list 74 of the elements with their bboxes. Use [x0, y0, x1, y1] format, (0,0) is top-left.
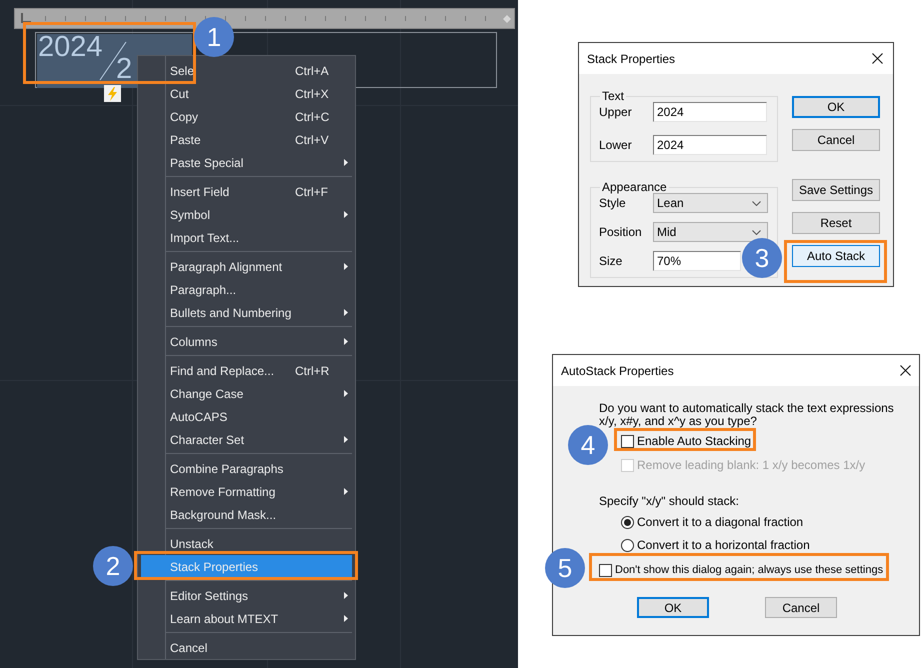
dialog-button[interactable]: OK: [792, 96, 880, 118]
dialog-title: AutoStack Properties: [561, 364, 674, 378]
menu-item[interactable]: AutoCAPS: [141, 405, 352, 428]
question-text: x/y, x#y, and x^y as you type?: [599, 415, 758, 428]
dropdown[interactable]: Lean: [653, 193, 768, 213]
text-field[interactable]: 2024: [653, 102, 767, 122]
dialog-button[interactable]: Cancel: [792, 129, 880, 151]
menu-item[interactable]: Learn about MTEXT: [141, 607, 352, 630]
field-label: Size: [599, 254, 624, 268]
close-icon[interactable]: [900, 365, 911, 376]
field-label: Upper: [599, 105, 633, 119]
menu-item[interactable]: Bullets and Numbering: [141, 301, 352, 324]
dialog-button[interactable]: OK: [637, 597, 709, 618]
menu-item[interactable]: Cancel: [141, 636, 352, 659]
dialog-button[interactable]: Auto Stack: [792, 245, 880, 267]
field-label: Lower: [599, 138, 633, 152]
submenu-arrow-icon: [344, 263, 348, 270]
submenu-arrow-icon: [344, 390, 348, 397]
radio-button[interactable]: [621, 516, 634, 528]
dropdown[interactable]: Mid: [653, 222, 768, 242]
dialog-button[interactable]: Save Settings: [792, 179, 880, 201]
radio-label[interactable]: Convert it to a horizontal fraction: [637, 538, 810, 552]
checkbox[interactable]: [599, 564, 612, 576]
dialog-button[interactable]: Reset: [792, 212, 880, 234]
close-icon[interactable]: [872, 53, 883, 64]
menu-item[interactable]: Symbol: [141, 203, 352, 226]
question-text: Do you want to automatically stack the text expressions: [599, 402, 895, 415]
field-label: Style: [599, 196, 627, 210]
menu-item[interactable]: Columns: [141, 330, 352, 353]
radio-label[interactable]: Convert it to a diagonal fraction: [637, 515, 804, 529]
group-label: Text: [601, 90, 626, 102]
menu-item[interactable]: Editor Settings: [141, 584, 352, 607]
chevron-down-icon: [752, 230, 761, 234]
submenu-arrow-icon: [344, 592, 348, 599]
checkbox-label[interactable]: Enable Auto Stacking: [637, 434, 752, 448]
checkbox-label[interactable]: Don't show this dialog again; always use these settings: [615, 564, 884, 576]
field-label: Position: [599, 225, 643, 239]
submenu-arrow-icon: [344, 338, 348, 345]
submenu-arrow-icon: [344, 488, 348, 495]
menu-item[interactable]: Unstack: [141, 532, 352, 555]
submenu-arrow-icon: [344, 436, 348, 443]
checkbox[interactable]: [621, 434, 634, 448]
group-label: Appearance: [601, 181, 668, 193]
checkbox-label: Remove leading blank: 1 x/y becomes 1x/y: [637, 458, 866, 472]
menu-item[interactable]: Change Case: [141, 382, 352, 405]
numerator-text: 2024: [38, 31, 103, 64]
menu-item[interactable]: Character Set: [141, 428, 352, 451]
radio-button[interactable]: [621, 538, 634, 552]
menu-item[interactable]: Find and Replace... Ctrl+R: [141, 359, 352, 382]
menu-item[interactable]: Remove Formatting: [141, 480, 352, 503]
dialog-title: Stack Properties: [587, 52, 676, 66]
menu-item[interactable]: Cut Ctrl+X: [141, 82, 352, 105]
menu-item[interactable]: Combine Paragraphs: [141, 457, 352, 480]
submenu-arrow-icon: [344, 309, 348, 316]
submenu-arrow-icon: [344, 615, 348, 622]
menu-item[interactable]: Paragraph Alignment: [141, 255, 352, 278]
prompt-text: Specify "x/y" should stack:: [599, 494, 740, 508]
text-field[interactable]: 70%: [653, 251, 741, 271]
submenu-arrow-icon: [344, 211, 348, 218]
menu-item[interactable]: Paste Special: [141, 151, 352, 174]
menu-item[interactable]: Paragraph...: [141, 278, 352, 301]
menu-item[interactable]: Background Mask...: [141, 503, 352, 526]
tab-stop-icon[interactable]: [19, 13, 31, 24]
menu-item[interactable]: Sele Ctrl+A: [141, 59, 352, 82]
text-field[interactable]: 2024: [653, 135, 767, 155]
dialog-button[interactable]: Cancel: [765, 597, 837, 618]
submenu-arrow-icon: [344, 159, 348, 166]
denominator-text: 2: [116, 53, 132, 86]
menu-item[interactable]: Import Text...: [141, 226, 352, 249]
menu-item[interactable]: Insert Field Ctrl+F: [141, 180, 352, 203]
chevron-down-icon: [752, 200, 761, 206]
ruler-handle-icon[interactable]: [503, 15, 511, 23]
menu-item[interactable]: Paste Ctrl+V: [141, 128, 352, 151]
menu-item[interactable]: Copy Ctrl+C: [141, 105, 352, 128]
